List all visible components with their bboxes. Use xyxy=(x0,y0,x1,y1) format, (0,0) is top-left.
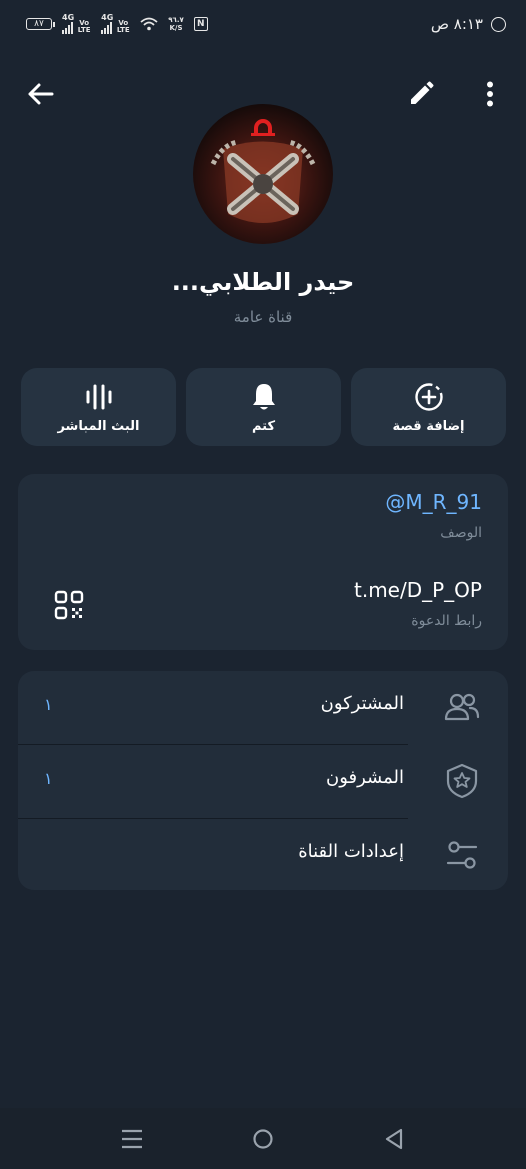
network-speed-value: ٩٦.٧ xyxy=(168,16,184,24)
subscribers-icon xyxy=(444,689,480,725)
network-speed-unit: K/S xyxy=(169,24,183,32)
back-triangle-icon xyxy=(385,1128,403,1150)
bell-icon xyxy=(252,383,275,409)
settings-sliders-icon xyxy=(444,837,480,873)
sim1-network-label: 4G xyxy=(62,13,75,22)
sim2-volte-label: Vo LTE xyxy=(116,19,130,34)
qr-code-icon xyxy=(54,590,84,620)
admins-shield-icon xyxy=(444,763,480,799)
qr-code-button[interactable] xyxy=(54,590,84,620)
pencil-icon xyxy=(411,81,434,104)
mute-button[interactable]: كتم xyxy=(186,368,341,446)
channel-title: حيدر الطلابي... xyxy=(171,268,355,296)
channel-avatar[interactable] xyxy=(193,104,333,244)
home-circle-icon xyxy=(253,1129,273,1149)
sim2-signal: 4G Vo LTE xyxy=(101,14,130,34)
signal-bars-icon xyxy=(62,22,74,34)
network-speed: ٩٦.٧ K/S xyxy=(168,16,183,32)
add-story-icon xyxy=(414,382,443,411)
menu-item-channel-settings[interactable]: إعدادات القناة xyxy=(18,819,508,892)
admins-label: المشرفون xyxy=(325,767,404,788)
sim1-volte-label: Vo LTE xyxy=(77,19,91,34)
nfc-label: N xyxy=(196,19,205,29)
nfc-icon: N xyxy=(193,17,208,31)
live-stream-button[interactable]: البث المباشر xyxy=(21,368,176,446)
wifi-icon xyxy=(140,17,158,31)
status-bar: ٨٧ 4G Vo LTE 4G Vo LTE ٩٦.٧ K/S N ٨:١٣ ص xyxy=(0,0,526,52)
channel-settings-label: إعدادات القناة xyxy=(298,841,404,862)
live-stream-label: البث المباشر xyxy=(57,418,140,434)
description-label: الوصف xyxy=(440,525,482,541)
add-story-label: إضافة قصة xyxy=(392,418,465,434)
edit-button[interactable] xyxy=(401,74,441,114)
recent-apps-button[interactable] xyxy=(117,1124,147,1154)
more-vertical-icon xyxy=(487,81,493,107)
mute-label: كتم xyxy=(251,418,276,434)
subscribers-count: ١ xyxy=(44,695,53,714)
invite-link[interactable]: t.me/D_P_OP xyxy=(354,578,482,602)
admins-count: ١ xyxy=(44,769,53,788)
sim2-network-label: 4G xyxy=(101,13,114,22)
back-button[interactable] xyxy=(20,74,60,114)
signal-bars-icon xyxy=(101,22,113,34)
subscribers-label: المشتركون xyxy=(320,693,404,714)
add-story-button[interactable]: إضافة قصة xyxy=(351,368,506,446)
battery-level: ٨٧ xyxy=(34,19,44,29)
home-button[interactable] xyxy=(248,1124,278,1154)
channel-type: قناة عامة xyxy=(233,308,293,326)
channel-username[interactable]: @M_R_91 xyxy=(385,490,482,514)
menu-item-subscribers[interactable]: المشتركون ١ xyxy=(18,671,508,744)
whatsapp-icon xyxy=(491,16,506,32)
live-stream-icon xyxy=(86,384,111,409)
arrow-left-icon xyxy=(28,83,54,105)
back-nav-button[interactable] xyxy=(379,1124,409,1154)
sim1-signal: 4G Vo LTE xyxy=(62,14,91,34)
menu-item-admins[interactable]: المشرفون ١ xyxy=(18,745,508,818)
channel-menu-card: المشتركون ١ المشرفون ١ إعدادات القناة xyxy=(18,671,508,890)
channel-info-card: @M_R_91 الوصف t.me/D_P_OP رابط الدعوة xyxy=(18,474,508,650)
battery-icon: ٨٧ xyxy=(26,18,55,30)
invite-link-label: رابط الدعوة xyxy=(411,613,482,629)
avatar-image xyxy=(193,104,333,244)
system-navigation-bar xyxy=(0,1108,526,1169)
more-options-button[interactable] xyxy=(470,74,510,114)
menu-lines-icon xyxy=(122,1129,142,1149)
clock: ٨:١٣ ص xyxy=(430,15,483,33)
